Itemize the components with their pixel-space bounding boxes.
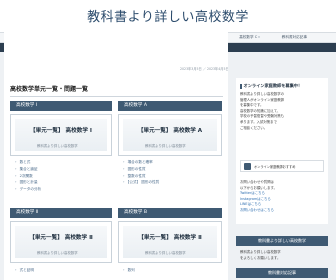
list-item-label: 2次関数 [19, 173, 33, 178]
sidebar-section-header: 教科書対応記事 [236, 268, 328, 278]
unit-list-mathA: ・場合の数と確率 ・図形の性質 ・整数の性質 ・【公式】 図形の性質 [122, 160, 159, 187]
bullet-icon: ・ [14, 187, 18, 192]
section-label-math2: 高校数学 Ⅱ [10, 208, 112, 218]
card-subtitle: 教科書より詳しい高校数学 [145, 251, 186, 255]
list-item[interactable]: ・数と式 [14, 160, 41, 167]
bullet-icon: ・ [122, 166, 126, 171]
list-item[interactable]: ・場合の数と確率 [122, 160, 159, 167]
unit-list-math2: ・式と証明 [14, 268, 34, 275]
card-title: 【単元一覧】 高校数学 Ⅱ [138, 235, 202, 241]
nav-label: 教科書対応記事 [281, 35, 307, 39]
card-subtitle: 教科書より詳しい高校数学 [37, 144, 78, 148]
bullet-icon: ・ [122, 180, 126, 185]
list-item-label: 場合の数と確率 [127, 160, 153, 164]
bullet-icon: ・ [122, 268, 126, 272]
unit-list-mathB: ・数列 [122, 268, 135, 275]
bullet-icon: ・ [14, 268, 18, 272]
nav-item-mathC[interactable]: 高校数学 C▾ [239, 35, 260, 40]
list-item[interactable]: ・【公式】 図形の性質 [122, 180, 159, 187]
list-item-label: 図形と計量 [19, 180, 38, 185]
list-item[interactable]: ・式と証明 [14, 268, 34, 275]
sidebar-contact: お問い合わせや質問は 以下からお願いします。 Twitterはこちら Insta… [240, 180, 326, 214]
contact-link[interactable]: お問い合わせはこちら [240, 208, 326, 214]
bullet-icon: ・ [14, 173, 18, 178]
list-item-label: 【公式】 図形の性質 [127, 180, 160, 185]
list-item-label: 整数の性質 [127, 173, 146, 178]
unit-list-math1: ・数と式 ・集合と論証 ・ 2次関数 ・図形と計量 ・データの分析 [14, 160, 41, 194]
list-item-label: 集合と論証 [19, 166, 38, 171]
sidebar-heading-text: オンライン家庭教師を募集中！ [243, 83, 303, 88]
card-title: 【単元一覧】 高校数学 A [137, 128, 203, 134]
section-label-mathB: 高校数学 B [118, 208, 222, 218]
list-item[interactable]: ・集合と論証 [14, 167, 41, 174]
card-title: 【単元一覧】 高校数学 Ⅱ [29, 235, 93, 241]
tutor-link-label: オンライン家庭教師おすすめ [254, 164, 296, 169]
sidebar-text: 教科書より詳しい高校数学 をよろしくお願いします。 [240, 250, 328, 261]
list-item-label: 式と証明 [19, 268, 34, 272]
bullet-icon: ・ [14, 180, 18, 185]
chevron-down-icon: ▾ [258, 35, 260, 39]
card-math2[interactable]: 【単元一覧】 高校数学 Ⅱ 教科書より詳しい高校数学 [10, 221, 112, 263]
sidebar-description: 教科書より詳しい高校数学の 管理人がオンライン家庭教師 を募集中です。 高校数学… [240, 92, 328, 131]
list-item-label: 図形の性質 [127, 166, 146, 171]
list-item-label: 数列 [127, 268, 135, 272]
bullet-icon: ・ [14, 166, 18, 171]
list-item[interactable]: ・データの分析 [14, 187, 41, 194]
card-subtitle: 教科書より詳しい高校数学 [145, 144, 186, 148]
list-item-label: 数と式 [19, 160, 31, 164]
card-math1[interactable]: 【単元一覧】 高校数学 Ⅰ 教科書より詳しい高校数学 [10, 114, 112, 156]
section-label-mathA: 高校数学 A [118, 101, 222, 111]
tutor-icon [244, 162, 251, 170]
sidebar-line: ご相談ください。 [240, 125, 268, 130]
sidebar-heading: オンライン家庭教師を募集中！ [240, 83, 302, 89]
bullet-icon: ・ [14, 160, 18, 164]
card-mathB[interactable]: 【単元一覧】 高校数学 Ⅱ 教科書より詳しい高校数学 [118, 221, 222, 263]
sidebar-section-header: 教科書より詳しい高校数学 [236, 236, 328, 246]
tutor-link-button[interactable]: オンライン家庭教師おすすめ [240, 160, 324, 172]
list-item[interactable]: ・数列 [122, 268, 135, 275]
section-label-math1: 高校数学 Ⅰ [10, 101, 112, 111]
list-item-label: データの分析 [19, 187, 42, 192]
list-item[interactable]: ・図形の性質 [122, 167, 159, 174]
site-title[interactable]: 教科書より詳しい高校数学 [0, 6, 336, 25]
bullet-icon: ・ [122, 160, 126, 164]
card-subtitle: 教科書より詳しい高校数学 [37, 251, 78, 255]
sidebar-line: をよろしくお願いします。 [240, 255, 281, 260]
card-mathA[interactable]: 【単元一覧】 高校数学 A 教科書より詳しい高校数学 [118, 114, 222, 156]
nav-label: 高校数学 C [239, 35, 258, 39]
heading-accent [240, 83, 242, 89]
post-meta: 2023年3月5日 ／ 2023年4月5日 [180, 67, 229, 71]
nav-item-textbook[interactable]: 教科書対応記事 [282, 35, 307, 40]
page-title: 高校数学単元一覧・問題一覧 [10, 84, 223, 97]
card-title: 【単元一覧】 高校数学 Ⅰ [30, 128, 92, 134]
bullet-icon: ・ [122, 173, 126, 178]
